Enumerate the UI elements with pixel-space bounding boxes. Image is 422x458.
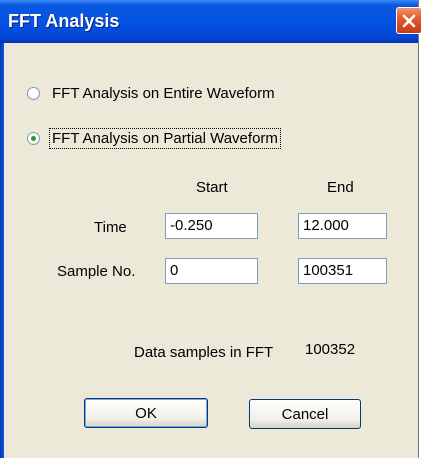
window-border <box>0 43 4 458</box>
close-icon <box>402 14 416 27</box>
time-start-field[interactable]: -0.250 <box>165 213 258 239</box>
radio-button[interactable] <box>27 87 40 100</box>
dialog-title: FFT Analysis <box>8 11 120 31</box>
radio-entire-waveform[interactable]: FFT Analysis on Entire Waveform <box>27 84 277 103</box>
close-button[interactable] <box>396 7 422 34</box>
cancel-button[interactable]: Cancel <box>249 399 361 429</box>
time-end-field[interactable]: 12.000 <box>298 213 387 239</box>
data-samples-label: Data samples in FFT <box>134 344 274 361</box>
radio-button-selected[interactable] <box>27 132 40 145</box>
sample-end-field[interactable]: 100351 <box>298 258 387 284</box>
end-column-header: End <box>327 179 354 196</box>
sample-no-label: Sample No. <box>57 263 136 280</box>
radio-selected-dot <box>31 136 36 141</box>
start-column-header: Start <box>196 179 228 196</box>
radio-partial-waveform-label: FFT Analysis on Partial Waveform <box>49 128 281 149</box>
sample-start-field[interactable]: 0 <box>165 258 258 284</box>
radio-partial-waveform[interactable]: FFT Analysis on Partial Waveform <box>27 128 281 149</box>
title-bar[interactable]: FFT Analysis <box>0 0 422 43</box>
radio-entire-waveform-label: FFT Analysis on Entire Waveform <box>52 85 275 102</box>
ok-button[interactable]: OK <box>84 398 208 428</box>
fft-analysis-dialog: FFT Analysis FFT Analysis on Entire Wave… <box>0 0 422 458</box>
data-samples-value: 100352 <box>305 341 356 358</box>
time-label: Time <box>94 219 127 236</box>
